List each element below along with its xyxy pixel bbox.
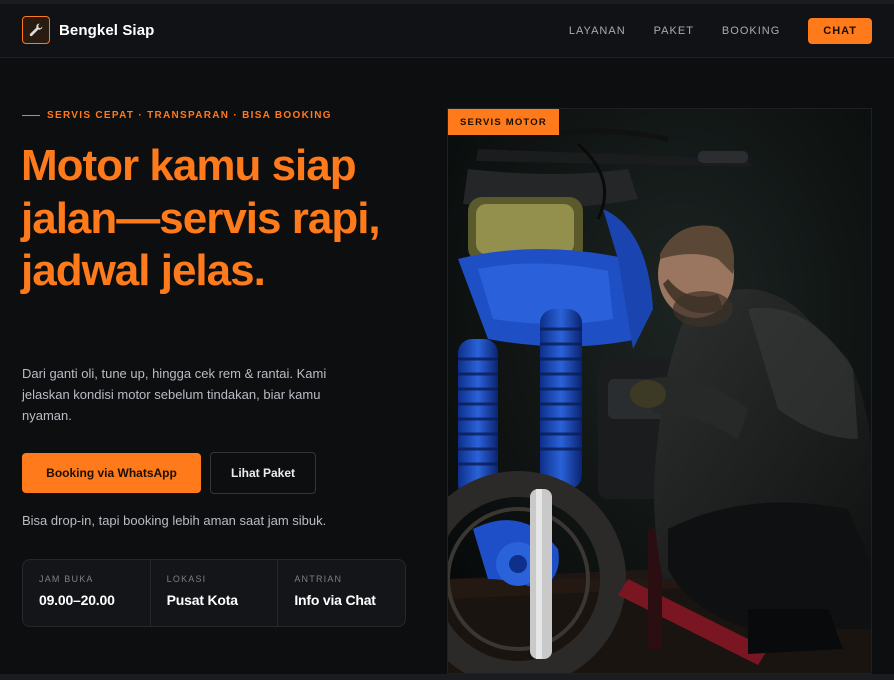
hero-headline: Motor kamu siap jalan—servis rapi, jadwa…: [21, 141, 381, 295]
wrench-icon: [22, 16, 50, 44]
stat-value: Pusat Kota: [166, 592, 238, 608]
stat-location: LOKASI Pusat Kota: [151, 560, 279, 626]
mechanic-motorcycle-illustration: [448, 109, 871, 673]
stat-label: ANTRIAN: [294, 574, 343, 584]
eyebrow-text: SERVIS CEPAT · TRANSPARAN · BISA BOOKING: [47, 110, 332, 121]
photo-tag: SERVIS MOTOR: [448, 109, 559, 135]
stat-hours: JAM BUKA 09.00–20.00: [23, 560, 151, 626]
info-stats: JAM BUKA 09.00–20.00 LOKASI Pusat Kota A…: [22, 559, 406, 627]
stat-value: 09.00–20.00: [39, 592, 115, 608]
stat-queue: ANTRIAN Info via Chat: [278, 560, 405, 626]
site-header: Bengkel Siap LAYANAN PAKET BOOKING CHAT: [0, 4, 894, 58]
booking-whatsapp-button[interactable]: Booking via WhatsApp: [22, 453, 201, 493]
stat-label: JAM BUKA: [39, 574, 94, 584]
view-packages-button[interactable]: Lihat Paket: [210, 452, 316, 494]
stat-label: LOKASI: [166, 574, 207, 584]
hero-lead: Dari ganti oli, tune up, hingga cek rem …: [22, 366, 327, 423]
brand-name: Bengkel Siap: [59, 21, 155, 39]
booking-note: Bisa drop-in, tapi booking lebih aman sa…: [22, 513, 327, 528]
hero-photo: SERVIS MOTOR: [447, 108, 872, 674]
stat-value: Info via Chat: [294, 592, 376, 608]
nav-link-paket[interactable]: PAKET: [654, 25, 694, 37]
nav-link-booking[interactable]: BOOKING: [722, 25, 780, 37]
hero-eyebrow: SERVIS CEPAT · TRANSPARAN · BISA BOOKING: [22, 110, 332, 121]
nav-link-layanan[interactable]: LAYANAN: [569, 25, 626, 37]
main-nav: LAYANAN PAKET BOOKING CHAT: [569, 18, 872, 44]
chat-button[interactable]: CHAT: [808, 18, 872, 44]
eyebrow-dash: [22, 115, 40, 116]
brand[interactable]: Bengkel Siap: [22, 16, 154, 44]
bottom-edge: [0, 674, 894, 680]
